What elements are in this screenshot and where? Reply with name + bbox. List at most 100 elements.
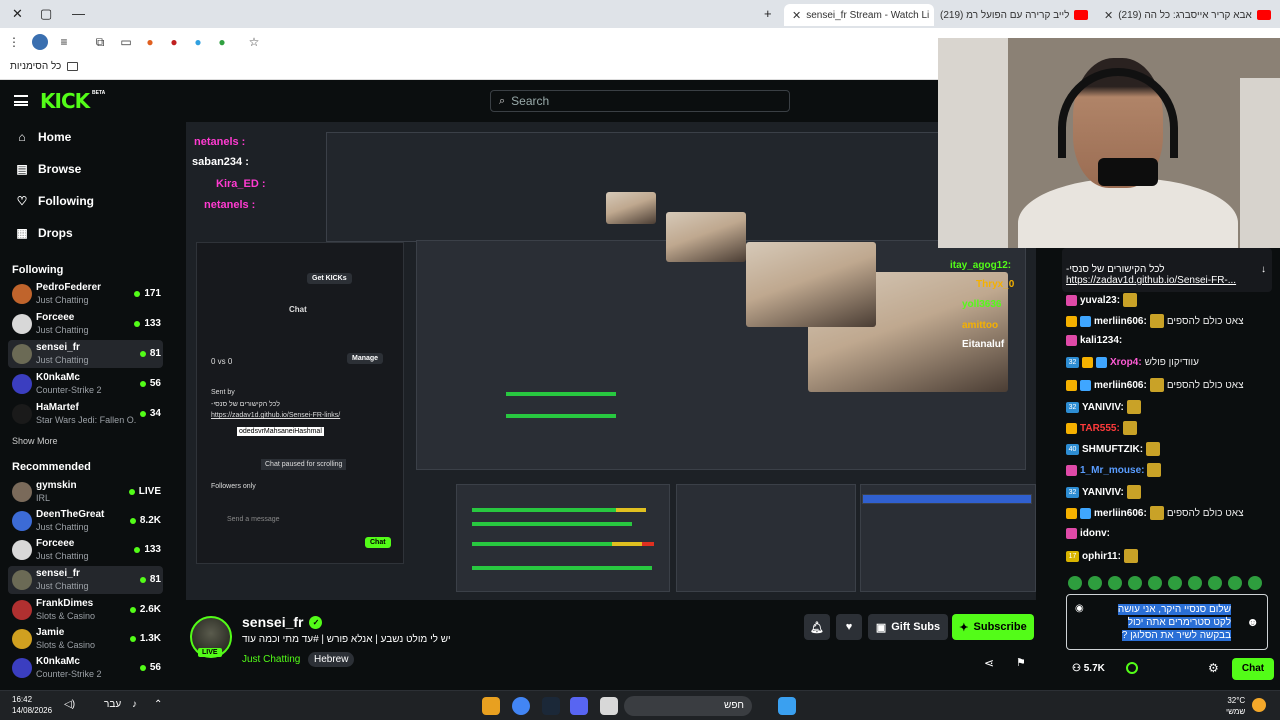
streamer-name[interactable]: sensei_fr [242,614,303,630]
channel-item[interactable]: Forceee Just Chatting 133 [8,310,163,338]
restore-window-icon[interactable]: ▢ [40,6,52,22]
nav-browse[interactable]: ▤ Browse [16,162,81,176]
cast-icon[interactable]: ▭ [118,34,134,50]
kick-coin-icon[interactable] [1126,662,1138,674]
show-more-link[interactable]: Show More [12,436,58,446]
tab-youtube-2[interactable]: ✕ (219) אבא קריר אייסברג: כל הה [1104,4,1274,26]
kick-logo[interactable]: KICK [40,89,90,113]
emote-icon[interactable] [1228,576,1242,590]
extension-icon[interactable]: ● [190,34,206,50]
channel-item-selected[interactable]: sensei_fr Just Chatting 81 [8,566,163,594]
channel-category: Star Wars Jedi: Fallen O... [36,415,136,425]
chat-username[interactable]: SHMUFTZIK: [1082,444,1143,455]
new-tab-icon[interactable]: + [764,6,772,21]
volume-icon[interactable]: ◁) [64,699,75,710]
extension-icon[interactable]: ● [214,34,230,50]
stream-category[interactable]: Just Chatting [242,654,300,665]
sub-badge-icon [1066,379,1077,391]
chat-username[interactable]: YANIVIV: [1082,487,1124,498]
minimize-window-icon[interactable]: — [72,6,85,21]
search-input[interactable]: ⌕ Search [490,90,790,112]
chat-username[interactable]: merliin606: [1094,380,1147,391]
steam-icon[interactable] [542,697,560,715]
menu-kebab-icon[interactable]: ⋮ [6,34,22,50]
channel-item[interactable]: K0nkaMc Counter-Strike 2 56 [8,654,163,682]
channel-item[interactable]: DeenTheGreat Just Chatting 8.2K [8,507,163,535]
chrome-icon[interactable] [512,697,530,715]
chat-username[interactable]: merliin606: [1094,316,1147,327]
close-window-icon[interactable]: ✕ [12,6,23,22]
pinned-link[interactable]: https://zadav1d.github.io/Sensei-FR-... [1066,275,1236,286]
file-explorer-icon[interactable] [600,697,618,715]
weather-widget[interactable]: 32°C שמשי [1226,695,1245,717]
report-flag-icon[interactable]: ⚑ [1016,656,1026,669]
chat-username[interactable]: yuval23: [1080,295,1120,306]
emote-icon[interactable] [1188,576,1202,590]
chat-username[interactable]: idonv: [1080,528,1110,539]
chat-username[interactable]: Xrop4: [1110,357,1142,368]
extensions-icon[interactable]: ⧉ [92,34,108,50]
chat-username[interactable]: ophir11: [1082,551,1121,562]
tab-active[interactable]: ✕ sensei_fr Stream - Watch Li [784,4,934,26]
pinned-message[interactable]: לכל הקישורים של סנסי- https://zadav1d.gi… [1062,248,1272,292]
channel-item-selected[interactable]: sensei_fr Just Chatting 81 [8,340,163,368]
emote-icon[interactable] [1148,576,1162,590]
emote-icon[interactable] [1168,576,1182,590]
channel-item[interactable]: FrankDimes Slots & Casino 2.6K [8,596,163,624]
emote-icon[interactable] [1068,576,1082,590]
emoji-picker-icon[interactable]: ☻ [1246,615,1259,629]
video-player[interactable]: netanels : saban234 : Kira_ED : netanels… [186,122,1036,600]
chat-username[interactable]: merliin606: [1094,508,1147,519]
channel-item[interactable]: Jamie Slots & Casino 1.3K [8,625,163,653]
expand-arrow-icon[interactable]: ↓ [1261,264,1266,275]
selected-text: שלום סנסיי היקר, אני עושה לקט סטרימרים א… [1117,604,1231,641]
chat-username[interactable]: YANIVIV: [1082,402,1124,413]
channel-name: PedroFederer [36,282,102,293]
follow-heart-button[interactable]: ♥ [836,614,862,640]
discord-icon[interactable] [570,697,588,715]
chat-message-input[interactable]: ◉ שלום סנסיי היקר, אני עושה לקט סטרימרים… [1066,594,1268,650]
nav-home[interactable]: ⌂ Home [16,130,71,144]
input-language[interactable]: עבר [104,699,121,710]
extension-icon[interactable]: ● [142,34,158,50]
share-icon[interactable]: ⋖ [984,656,994,670]
notification-bell-button[interactable]: 🔔︎ [804,614,830,640]
chat-username[interactable]: TAR555: [1080,423,1120,434]
points-count[interactable]: ⚇ 5.7K [1072,663,1105,674]
microphone-icon[interactable]: ♪ [132,699,137,710]
taskbar-search[interactable]: חפש [624,696,752,716]
nav-following[interactable]: ♡ Following [16,194,94,208]
subscribe-button[interactable]: ✦ Subscribe [952,614,1034,640]
channel-item[interactable]: Forceee Just Chatting 133 [8,536,163,564]
extension-icon[interactable]: ● [166,34,182,50]
all-bookmarks[interactable]: כל הסימניות [10,61,79,72]
bookmark-star-icon[interactable]: ☆ [246,34,262,50]
chevron-up-icon[interactable]: ⌃ [154,699,162,710]
tab-youtube-1[interactable]: (219) לייב קרירה עם הפועל רמ [940,4,1100,26]
clock[interactable]: 16:42 14/08/2026 [12,694,52,716]
media-control-icon[interactable]: ≡ [56,34,72,50]
emote-icon[interactable] [1128,576,1142,590]
nav-drops[interactable]: ▦ Drops [16,226,72,240]
emote-icon[interactable] [1248,576,1262,590]
app-icon[interactable] [482,697,500,715]
all-bookmarks-label: כל הסימניות [10,61,62,72]
hamburger-menu-icon[interactable] [14,95,28,106]
close-tab-icon[interactable]: ✕ [1104,9,1113,22]
emote-icon[interactable] [1088,576,1102,590]
close-tab-icon[interactable]: ✕ [792,9,801,22]
gift-subs-button[interactable]: ▣ Gift Subs [868,614,948,640]
send-chat-button[interactable]: Chat [1232,658,1274,680]
emote-icon[interactable] [1108,576,1122,590]
windows-start-icon[interactable] [778,697,796,715]
channel-item[interactable]: K0nkaMc Counter-Strike 2 56 [8,370,163,398]
language-tag[interactable]: Hebrew [308,652,355,667]
profile-icon[interactable] [32,34,48,50]
channel-item[interactable]: gymskin IRL LIVE [8,478,163,506]
chat-username[interactable]: 1_Mr_mouse: [1080,465,1144,476]
channel-item[interactable]: HaMartef Star Wars Jedi: Fallen O... 34 [8,400,163,428]
channel-item[interactable]: PedroFederer Just Chatting 171 [8,280,163,308]
gear-icon[interactable]: ⚙ [1208,661,1219,675]
emote-icon[interactable] [1208,576,1222,590]
chat-username[interactable]: kali1234: [1080,335,1122,346]
